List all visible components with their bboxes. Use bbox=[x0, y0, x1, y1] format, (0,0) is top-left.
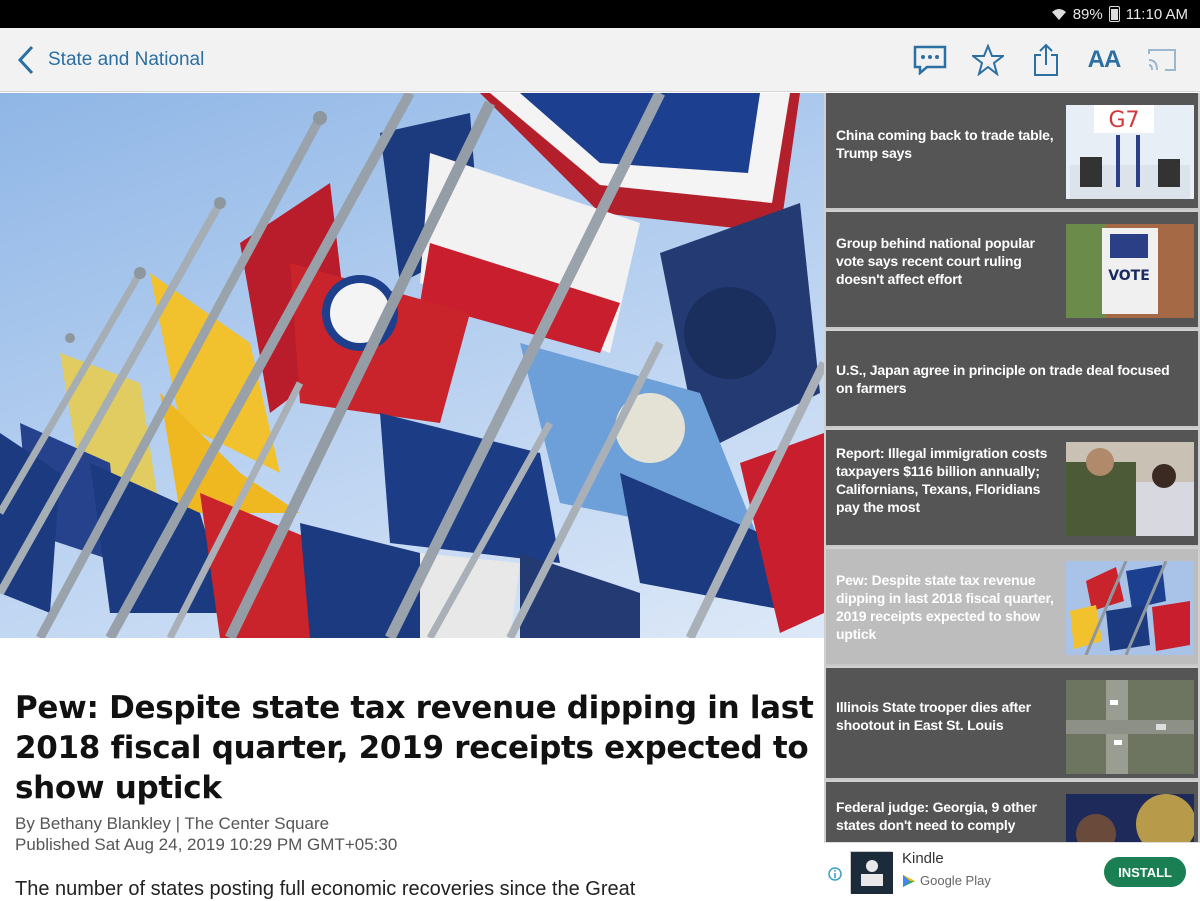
star-icon bbox=[972, 44, 1004, 76]
news-item[interactable]: Report: Illegal immigration costs taxpay… bbox=[826, 430, 1198, 547]
news-item-title: Pew: Despite state tax revenue dipping i… bbox=[836, 572, 1054, 642]
news-item-thumbnail bbox=[1066, 442, 1194, 536]
wifi-icon bbox=[1051, 9, 1066, 20]
cast-icon bbox=[1148, 49, 1176, 71]
clock: 11:10 AM bbox=[1125, 5, 1188, 23]
battery-icon bbox=[1108, 6, 1120, 22]
svg-text:G7: G7 bbox=[1108, 108, 1139, 133]
play-store-icon bbox=[903, 874, 915, 887]
font-size-button[interactable]: AA bbox=[1086, 42, 1122, 78]
svg-text:VOTE: VOTE bbox=[1108, 268, 1150, 284]
news-item-thumbnail: G7 bbox=[1066, 105, 1194, 199]
news-item-title: Report: Illegal immigration costs taxpay… bbox=[836, 445, 1048, 515]
flags-illustration bbox=[0, 93, 824, 638]
share-icon bbox=[1034, 43, 1058, 76]
article-hero-image bbox=[0, 93, 824, 638]
news-item-thumbnail bbox=[1066, 561, 1194, 655]
article-byline: By Bethany Blankley | The Center Square bbox=[15, 814, 330, 833]
toolbar-actions: AA bbox=[912, 28, 1180, 92]
ad-store: Google Play bbox=[902, 873, 991, 888]
news-item-active[interactable]: Pew: Despite state tax revenue dipping i… bbox=[826, 549, 1198, 666]
font-size-icon: AA bbox=[1087, 46, 1122, 73]
app-bar: State and National AA bbox=[0, 28, 1200, 92]
news-item-thumbnail: VOTE bbox=[1066, 224, 1194, 318]
status-bar: 89% 11:10 AM bbox=[0, 0, 1200, 28]
ad-banner[interactable]: Kindle Google Play INSTALL bbox=[824, 842, 1200, 900]
back-button[interactable] bbox=[6, 28, 46, 92]
share-button[interactable] bbox=[1028, 42, 1064, 78]
favorite-button[interactable] bbox=[970, 42, 1006, 78]
news-item-title: Federal judge: Georgia, 9 other states d… bbox=[836, 799, 1037, 833]
news-item-title: U.S., Japan agree in principle on trade … bbox=[836, 362, 1170, 396]
related-news-list: China coming back to trade table, Trump … bbox=[824, 93, 1200, 900]
chevron-left-icon bbox=[17, 45, 34, 74]
comments-button[interactable] bbox=[912, 42, 948, 78]
comment-icon bbox=[913, 45, 947, 75]
news-item-title: Illinois State trooper dies after shooto… bbox=[836, 699, 1031, 733]
ad-app-name: Kindle bbox=[902, 850, 944, 867]
section-title[interactable]: State and National bbox=[48, 49, 204, 71]
news-item[interactable]: Illinois State trooper dies after shooto… bbox=[826, 668, 1198, 780]
ad-install-button[interactable]: INSTALL bbox=[1104, 857, 1186, 887]
kindle-app-icon bbox=[850, 851, 893, 894]
ad-info-icon[interactable] bbox=[828, 867, 842, 881]
news-item[interactable]: U.S., Japan agree in principle on trade … bbox=[826, 331, 1198, 428]
article-content: Pew: Despite state tax revenue dipping i… bbox=[0, 638, 824, 900]
cast-button[interactable] bbox=[1144, 42, 1180, 78]
news-item[interactable]: China coming back to trade table, Trump … bbox=[826, 93, 1198, 210]
news-item-title: Group behind national popular vote says … bbox=[836, 235, 1035, 287]
battery-percent: 89% bbox=[1072, 5, 1103, 23]
ad-store-label: Google Play bbox=[920, 873, 991, 888]
article-body: The number of states posting full econom… bbox=[15, 878, 636, 900]
news-item[interactable]: Group behind national popular vote says … bbox=[826, 212, 1198, 329]
article-headline: Pew: Despite state tax revenue dipping i… bbox=[15, 690, 814, 806]
news-item-thumbnail bbox=[1066, 680, 1194, 774]
news-item-title: China coming back to trade table, Trump … bbox=[836, 127, 1054, 161]
article-published-date: Published Sat Aug 24, 2019 10:29 PM GMT+… bbox=[15, 835, 398, 854]
